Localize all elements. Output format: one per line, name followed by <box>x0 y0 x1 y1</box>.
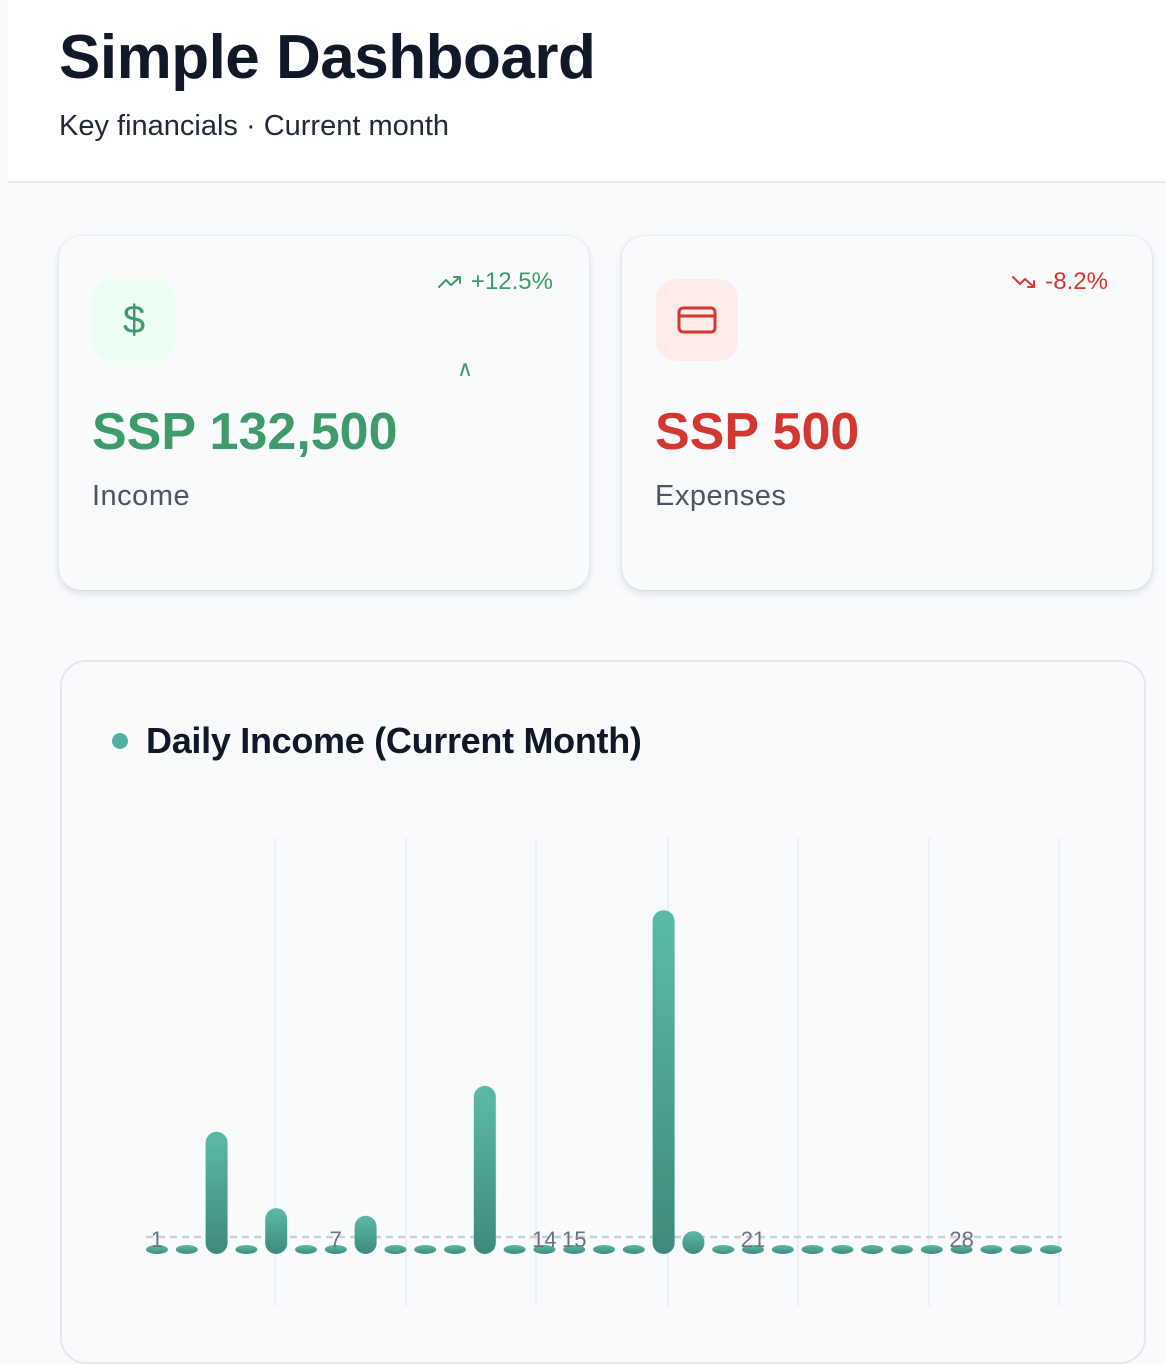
bar-day-26[interactable] <box>891 1245 913 1254</box>
income-amount: SSP 132,500 <box>92 403 398 461</box>
bar-day-29[interactable] <box>980 1245 1003 1254</box>
bar-day-17[interactable] <box>622 1245 645 1254</box>
expenses-card[interactable]: -8.2% SSP 500 Expenses <box>622 236 1152 590</box>
x-tick-label: 21 <box>741 1227 765 1252</box>
bar-day-6[interactable] <box>295 1245 317 1254</box>
bar-day-18[interactable] <box>652 910 675 1254</box>
bar-day-2[interactable] <box>175 1245 198 1254</box>
bar-day-4[interactable] <box>235 1245 258 1254</box>
bar-day-16[interactable] <box>593 1245 615 1254</box>
caret-up-icon: ∧ <box>457 356 474 381</box>
expenses-trend-value: -8.2% <box>1045 268 1108 295</box>
x-tick-label: 7 <box>330 1227 342 1252</box>
bar-day-11[interactable] <box>444 1245 466 1254</box>
expenses-amount: SSP 500 <box>655 403 860 461</box>
page-title: Simple Dashboard <box>59 23 596 92</box>
income-label: Income <box>92 480 191 512</box>
credit-card-icon <box>656 279 738 361</box>
bar-day-25[interactable] <box>861 1245 884 1254</box>
income-trend: +12.5% <box>437 268 553 296</box>
trending-down-icon <box>1012 276 1036 288</box>
bar-day-5[interactable] <box>265 1208 288 1254</box>
bar-day-19[interactable] <box>682 1231 705 1254</box>
x-tick-label: 28 <box>949 1227 973 1252</box>
page-subtitle: Key financials · Current month <box>59 110 450 142</box>
income-card[interactable]: $ +12.5% ∧ SSP 132,500 Income <box>59 236 589 590</box>
bar-day-30[interactable] <box>1010 1245 1033 1254</box>
daily-income-chart-card: Daily Income (Current Month) 1 7 14 15 21 28 <box>60 660 1146 1364</box>
expenses-trend: -8.2% <box>1011 268 1108 296</box>
bar-day-13[interactable] <box>503 1245 526 1254</box>
daily-income-chart: 1 7 14 15 21 28 <box>146 838 1062 1306</box>
x-tick-label: 15 <box>562 1227 586 1252</box>
bar-day-22[interactable] <box>771 1245 794 1254</box>
bar-day-27[interactable] <box>920 1245 943 1254</box>
bar-day-3[interactable] <box>205 1131 228 1254</box>
bar-day-23[interactable] <box>801 1245 824 1254</box>
bar-day-8[interactable] <box>354 1215 377 1254</box>
x-tick-label: 1 <box>151 1227 163 1252</box>
x-tick-label: 14 <box>532 1227 556 1252</box>
income-trend-value: +12.5% <box>470 268 553 295</box>
bar-day-10[interactable] <box>414 1245 437 1254</box>
bar-day-20[interactable] <box>712 1245 735 1254</box>
bar-day-9[interactable] <box>384 1245 407 1254</box>
dollar-icon: $ <box>93 279 175 361</box>
bar-day-12[interactable] <box>473 1085 496 1254</box>
bar-day-31[interactable] <box>1040 1245 1062 1254</box>
trending-up-icon <box>437 276 461 288</box>
page-header: Simple Dashboard Key financials · Curren… <box>8 0 1166 183</box>
bar-day-24[interactable] <box>831 1245 854 1254</box>
expenses-label: Expenses <box>655 480 787 512</box>
